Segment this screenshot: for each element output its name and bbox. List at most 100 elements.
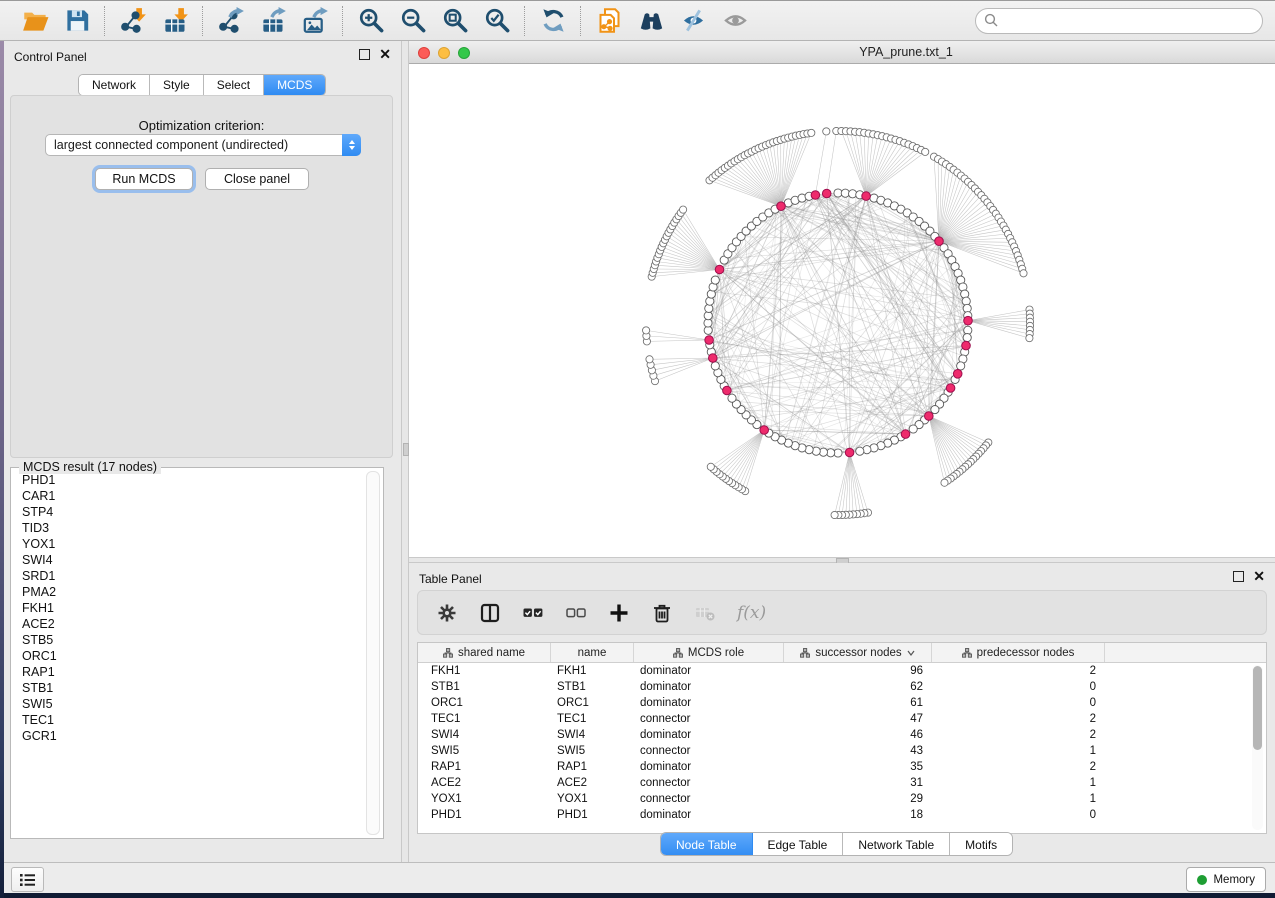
zoom-fit-icon[interactable] (440, 6, 470, 36)
network-graph (409, 64, 1275, 557)
zoom-in-icon[interactable] (356, 6, 386, 36)
column-header-predecessor-nodes[interactable]: predecessor nodes (932, 643, 1105, 662)
tab-style[interactable]: Style (150, 75, 204, 95)
zoom-selected-icon[interactable] (482, 6, 512, 36)
close-panel-icon[interactable]: ✕ (1253, 571, 1265, 582)
column-panel-icon[interactable] (479, 602, 501, 624)
list-item[interactable]: PMA2 (22, 584, 365, 600)
search-icon (984, 13, 998, 30)
list-item[interactable]: SRD1 (22, 568, 365, 584)
select-all-icon[interactable] (522, 602, 544, 624)
toolbar-separator (342, 6, 344, 36)
table-row[interactable]: ACE2ACE2connector311 (418, 775, 1266, 791)
copy-share-document-icon[interactable] (594, 6, 624, 36)
list-item[interactable]: STB1 (22, 680, 365, 696)
memory-button[interactable]: Memory (1186, 867, 1266, 892)
deselect-all-icon[interactable] (565, 602, 587, 624)
criterion-dropdown[interactable]: largest connected component (undirected) (45, 134, 361, 156)
table-row[interactable]: SWI5SWI5connector431 (418, 743, 1266, 759)
column-header-shared-name[interactable]: shared name (418, 643, 551, 662)
import-network-icon[interactable] (118, 6, 148, 36)
status-bar: Memory (4, 862, 1275, 893)
list-item[interactable]: YOX1 (22, 536, 365, 552)
search-input[interactable] (1003, 13, 1262, 29)
list-item[interactable]: STP4 (22, 504, 365, 520)
tab-node-table[interactable]: Node Table (661, 833, 753, 856)
list-item[interactable]: TEC1 (22, 712, 365, 728)
table-row[interactable]: TEC1TEC1connector472 (418, 711, 1266, 727)
list-item[interactable]: CAR1 (22, 488, 365, 504)
list-item[interactable]: ORC1 (22, 648, 365, 664)
tab-network-table[interactable]: Network Table (843, 833, 950, 856)
table-scrollbar[interactable] (1252, 665, 1263, 830)
save-session-icon[interactable] (62, 6, 92, 36)
list-item[interactable]: RAP1 (22, 664, 365, 680)
tab-select[interactable]: Select (204, 75, 264, 95)
close-panel-icon[interactable]: ✕ (379, 49, 391, 60)
tab-motifs[interactable]: Motifs (950, 833, 1012, 856)
table-row[interactable]: ORC1ORC1dominator610 (418, 695, 1266, 711)
export-table-icon[interactable] (258, 6, 288, 36)
list-item[interactable]: STB5 (22, 632, 365, 648)
add-column-icon[interactable] (608, 602, 630, 624)
list-item[interactable]: GCR1 (22, 728, 365, 744)
list-item[interactable]: PHD1 (22, 472, 365, 488)
zoom-out-icon[interactable] (398, 6, 428, 36)
float-panel-icon[interactable] (359, 49, 370, 60)
scrollbar-thumb[interactable] (1253, 666, 1262, 750)
settings-gear-icon[interactable] (436, 602, 458, 624)
node-table: shared namenameMCDS rolesuccessor nodesp… (417, 642, 1267, 834)
toggle-graphics-details-icon[interactable] (678, 6, 708, 36)
column-header-successor-nodes[interactable]: successor nodes (784, 643, 932, 662)
table-row[interactable]: YOX1YOX1connector291 (418, 791, 1266, 807)
memory-label: Memory (1213, 874, 1255, 886)
panel-menu-button[interactable] (11, 867, 44, 892)
import-table-icon[interactable] (160, 6, 190, 36)
delete-table-icon (694, 602, 716, 624)
network-canvas[interactable] (409, 64, 1275, 557)
vertical-splitter[interactable] (401, 41, 409, 862)
export-image-icon[interactable] (300, 6, 330, 36)
table-tabs: Node TableEdge TableNetwork TableMotifs (660, 832, 1013, 856)
search-box[interactable] (975, 8, 1263, 34)
column-header-name[interactable]: name (551, 643, 634, 662)
memory-status-icon (1197, 875, 1207, 885)
column-header-MCDS-role[interactable]: MCDS role (634, 643, 784, 662)
list-item[interactable]: TID3 (22, 520, 365, 536)
dropdown-stepper-icon (342, 134, 361, 156)
toolbar-separator (524, 6, 526, 36)
toolbar-separator (202, 6, 204, 36)
toolbar-separator (104, 6, 106, 36)
export-network-icon[interactable] (216, 6, 246, 36)
criterion-value: largest connected component (undirected) (46, 138, 342, 152)
network-window-title: YPA_prune.txt_1 (409, 45, 1275, 59)
run-mcds-button[interactable]: Run MCDS (95, 168, 193, 190)
find-binoculars-icon[interactable] (636, 6, 666, 36)
tab-edge-table[interactable]: Edge Table (753, 833, 844, 856)
float-panel-icon[interactable] (1233, 571, 1244, 582)
open-folder-icon[interactable] (20, 6, 50, 36)
function-builder-icon[interactable]: f(x) (737, 603, 766, 623)
network-view-window: YPA_prune.txt_1 (409, 41, 1275, 557)
close-panel-button[interactable]: Close panel (205, 168, 309, 190)
tab-network[interactable]: Network (79, 75, 150, 95)
table-row[interactable]: FKH1FKH1dominator962 (418, 663, 1266, 679)
list-item[interactable]: SWI4 (22, 552, 365, 568)
list-item[interactable]: FKH1 (22, 600, 365, 616)
table-panel: Table Panel ✕ f(x) shared namenameMCDS r… (409, 563, 1275, 862)
tab-mcds[interactable]: MCDS (264, 75, 325, 95)
mcds-result-group: MCDS result (17 nodes) PHD1CAR1STP4TID3Y… (10, 467, 384, 839)
mcds-result-list: PHD1CAR1STP4TID3YOX1SWI4SRD1PMA2FKH1ACE2… (11, 472, 365, 836)
table-toolbar: f(x) (417, 590, 1267, 635)
table-row[interactable]: STB1STB1dominator620 (418, 679, 1266, 695)
table-row[interactable]: RAP1RAP1dominator352 (418, 759, 1266, 775)
control-panel: Control Panel ✕ NetworkStyleSelectMCDS O… (4, 41, 401, 862)
list-item[interactable]: ACE2 (22, 616, 365, 632)
toolbar-separator (580, 6, 582, 36)
refresh-layout-icon[interactable] (538, 6, 568, 36)
list-item[interactable]: SWI5 (22, 696, 365, 712)
table-row[interactable]: SWI4SWI4dominator462 (418, 727, 1266, 743)
table-row[interactable]: PHD1PHD1dominator180 (418, 807, 1266, 823)
mcds-list-scrollbar[interactable] (366, 471, 380, 835)
delete-column-icon[interactable] (651, 602, 673, 624)
